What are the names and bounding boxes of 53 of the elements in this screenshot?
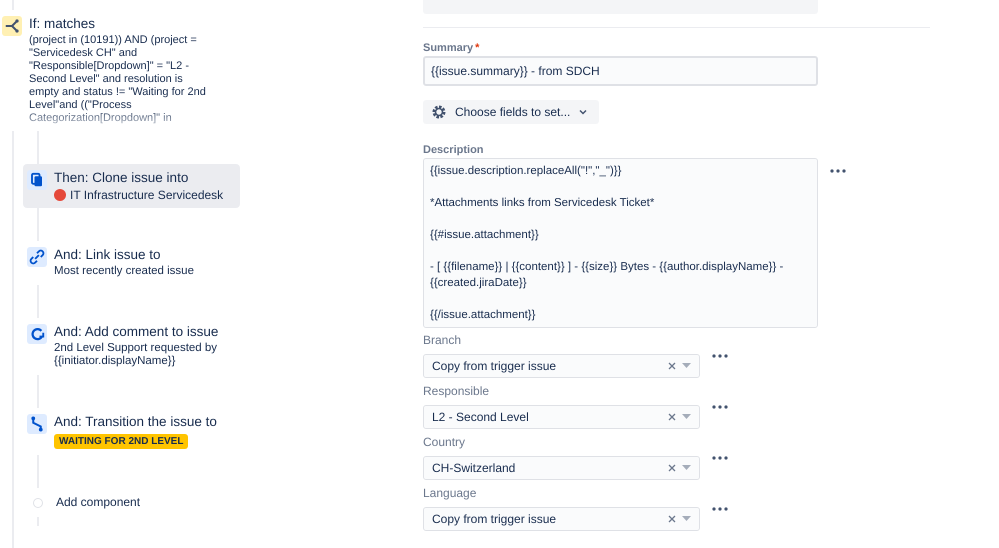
description-paragraph: {{/issue.attachment}}: [430, 308, 536, 323]
more-button[interactable]: [830, 169, 846, 173]
step-detail: 2nd Level Support requested by {{initiator.displayName}}: [54, 342, 218, 368]
step-title: And: Link issue to: [54, 247, 162, 263]
description-paragraph: *Attachments links from Servicedesk Ticket*: [430, 196, 656, 211]
summary-field[interactable]: {{issue.summary}} - from SDCH: [423, 56, 818, 86]
field-label: Description: [423, 144, 484, 158]
status-lozenge: WAITING FOR 2ND LEVEL: [54, 434, 188, 448]
clear-icon[interactable]: [668, 413, 676, 421]
more-button[interactable]: [712, 405, 728, 409]
description-field[interactable]: [423, 158, 818, 328]
description-paragraph: {{#issue.attachment}}: [430, 228, 540, 243]
clear-icon[interactable]: [668, 515, 676, 523]
field-label: Branch: [423, 333, 462, 349]
field-label: Summary: [423, 42, 474, 56]
step-title: And: Transition the issue to: [54, 414, 218, 430]
project-avatar-icon: [54, 189, 66, 201]
gear-icon: [431, 104, 447, 120]
empty-node-icon: [33, 498, 43, 508]
step-detail: Most recently created issue: [54, 265, 195, 278]
path-icon: [27, 414, 47, 434]
field-label: Responsible: [423, 384, 490, 400]
required-mark: *: [475, 42, 480, 56]
add-component-label: Add component: [56, 494, 140, 510]
copy-icon: [27, 170, 47, 190]
more-button[interactable]: [712, 354, 728, 358]
description-paragraph: {{issue.description.replaceAll("!","_")}}: [430, 164, 622, 179]
project-name: IT Infrastructure Servicedesk: [70, 188, 224, 202]
field-label: Country: [423, 435, 466, 451]
link-icon: [27, 247, 47, 267]
rule-step[interactable]: Then: Clone issue into IT Infrastructure Servicedesk: [23, 164, 240, 208]
step-title: If: matches: [29, 16, 96, 32]
clear-icon[interactable]: [668, 362, 676, 370]
more-button[interactable]: [712, 456, 728, 460]
branch-icon: [2, 16, 22, 36]
dropdown-arrow-icon: [682, 516, 691, 522]
select-field[interactable]: Copy from trigger issue: [423, 354, 700, 378]
step-title: And: Add comment to issue: [54, 324, 220, 340]
description-paragraph: - [ {{filename}} | {{content}} ] - {{size}} Bytes - {{author.displayName}} - {{created.jiraDate}}: [430, 260, 784, 291]
more-button[interactable]: [712, 507, 728, 511]
clear-icon[interactable]: [668, 464, 676, 472]
choose-fields-button[interactable]: Choose fields to set...: [423, 100, 599, 124]
field-label: Language: [423, 486, 476, 502]
dropdown-arrow-icon: [682, 363, 691, 369]
refresh-icon: [27, 324, 47, 344]
select-field[interactable]: CH-Switzerland: [423, 456, 700, 480]
step-detail: (project in (10191)) AND (project = "Servicedesk CH" and "Responsible[Dropdown]" = "L2 - Second Level" and resolution is empty and status != "Waiting for 2nd Level"and (("Process Categorization[Dropdown]" in: [29, 34, 207, 125]
dropdown-arrow-icon: [682, 414, 691, 420]
chevron-down-icon: [578, 107, 588, 117]
select-field[interactable]: Copy from trigger issue: [423, 507, 700, 531]
step-title: Then: Clone issue into: [54, 170, 190, 186]
select-field[interactable]: L2 - Second Level: [423, 405, 700, 429]
dropdown-arrow-icon: [682, 465, 691, 471]
